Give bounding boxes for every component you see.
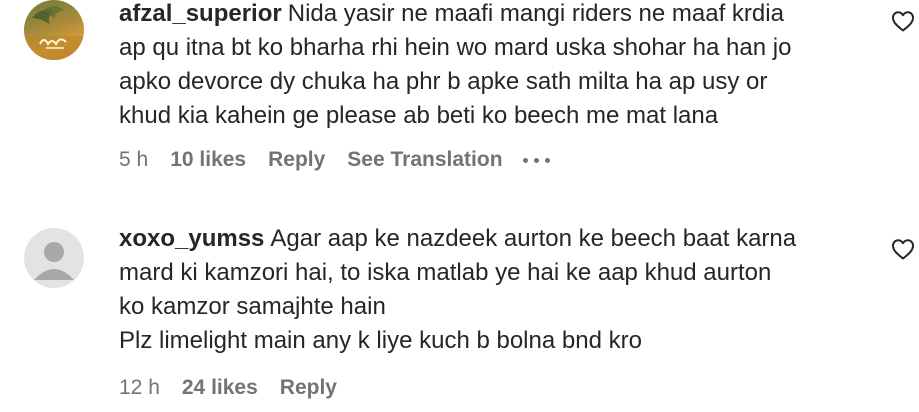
reply-button[interactable]: Reply	[280, 376, 337, 400]
username[interactable]: xoxo_yumss	[119, 225, 264, 252]
comment-text-line: khud kia kahein ge please ab beti ko bee…	[119, 102, 719, 129]
comment-meta: 5 h 10 likes Reply See Translation	[119, 148, 550, 172]
likes-count[interactable]: 10 likes	[170, 148, 246, 172]
username[interactable]: afzal_superior	[119, 0, 282, 27]
comment-text-line: Plz limelight main any k liye kuch b bol…	[119, 327, 642, 354]
comment-body: afzal_superior Nida yasir ne maafi mangi …	[119, 0, 879, 133]
comment-body: xoxo_yumss Agar aap ke nazdeek aurton ke …	[119, 222, 879, 358]
timestamp: 5 h	[119, 148, 149, 171]
heart-outline-icon[interactable]	[891, 10, 915, 32]
comment-text-line: mard ki kamzori hai, to iska matlab ye h…	[119, 259, 772, 286]
comment-meta: 12 h 24 likes Reply	[119, 376, 359, 400]
reply-button[interactable]: Reply	[268, 148, 325, 172]
heart-outline-icon[interactable]	[891, 238, 915, 260]
see-translation-button[interactable]: See Translation	[347, 148, 502, 172]
likes-count[interactable]: 24 likes	[182, 376, 258, 400]
comment-text-line: apko devorce dy chuka ha phr b apke sath…	[119, 68, 768, 95]
comment-text-line: Nida yasir ne maafi mangi riders ne maaf…	[287, 0, 784, 27]
more-options-icon[interactable]	[522, 157, 550, 163]
comment-text-line: ko kamzor samajhte hain	[119, 293, 386, 320]
default-avatar-icon[interactable]	[24, 228, 84, 288]
comment-text-line: Agar aap ke nazdeek aurton ke beech baat…	[270, 225, 797, 252]
comment-text-line: ap qu itna bt ko bharha rhi hein wo mard…	[119, 34, 792, 61]
timestamp: 12 h	[119, 376, 160, 399]
profile-photo-icon[interactable]	[24, 0, 84, 60]
